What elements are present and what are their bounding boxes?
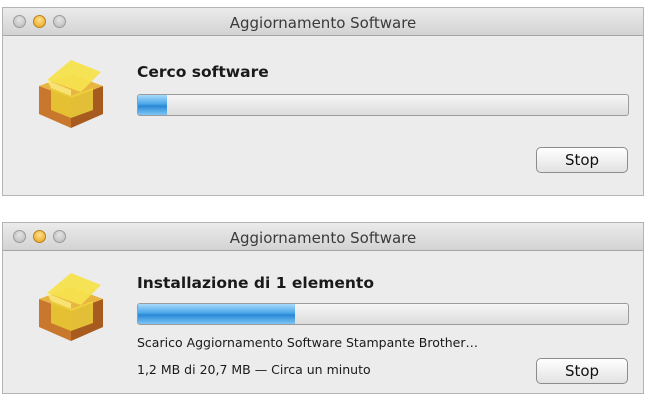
window-title: Aggiornamento Software (229, 14, 417, 32)
status-heading: Cerco software (137, 63, 269, 81)
title-bar[interactable]: Aggiornamento Software (3, 223, 643, 251)
software-update-window-searching: Aggiornamento Software Cerco software St… (2, 7, 644, 196)
package-box-icon (39, 60, 103, 128)
package-box-icon (39, 273, 103, 341)
progress-bar (137, 94, 629, 116)
progress-fill (138, 304, 295, 324)
software-update-window-installing: Aggiornamento Software Installazione di … (2, 222, 644, 394)
progress-bar (137, 303, 629, 325)
progress-fill (138, 95, 168, 115)
download-item-text: Scarico Aggiornamento Software Stampante… (137, 335, 478, 350)
window-title: Aggiornamento Software (229, 229, 417, 247)
download-size-eta-text: 1,2 MB di 20,7 MB — Circa un minuto (137, 362, 371, 377)
stop-button[interactable]: Stop (536, 358, 628, 384)
status-heading: Installazione di 1 elemento (137, 274, 374, 292)
title-bar[interactable]: Aggiornamento Software (3, 8, 643, 36)
stop-button[interactable]: Stop (536, 147, 628, 173)
